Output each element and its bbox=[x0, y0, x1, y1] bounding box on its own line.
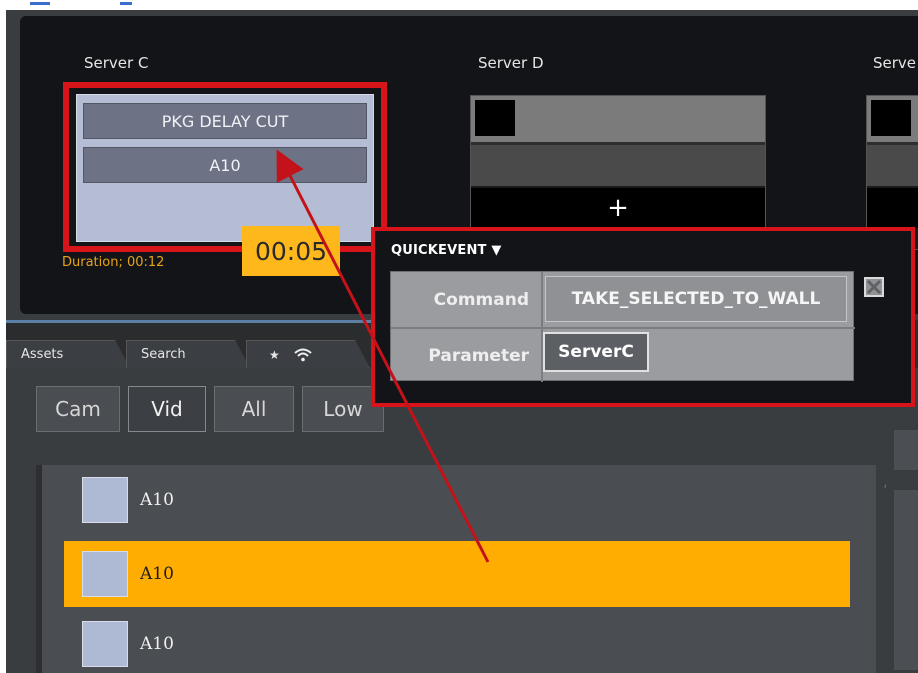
filter-vid-button[interactable]: Vid bbox=[128, 386, 206, 432]
tab-search-label: Search bbox=[141, 347, 186, 362]
star-icon: ★ bbox=[269, 347, 280, 362]
quickevent-table: Command TAKE_SELECTED_TO_WALL Parameter … bbox=[390, 271, 855, 382]
list-item[interactable]: A10 bbox=[64, 611, 850, 673]
server-d-top bbox=[471, 96, 765, 142]
clip-thumbnail bbox=[82, 621, 128, 667]
tab-favorites[interactable]: ★ bbox=[246, 340, 370, 368]
server-c-label: Server C bbox=[84, 54, 149, 72]
server-e-slot[interactable] bbox=[867, 142, 918, 186]
parameter-key: Parameter bbox=[428, 345, 529, 366]
server-d-label: Server D bbox=[478, 54, 544, 72]
list-item-label: A10 bbox=[140, 564, 174, 584]
list-item-label: A10 bbox=[140, 634, 174, 654]
list-item-label: A10 bbox=[140, 490, 174, 510]
server-c-duration: Duration; 00:12 bbox=[62, 255, 165, 270]
clip-thumbnail bbox=[82, 551, 128, 597]
right-side-block bbox=[894, 490, 918, 670]
filter-cam-button[interactable]: Cam bbox=[36, 386, 120, 432]
list-item-selected[interactable]: A10 bbox=[64, 541, 850, 607]
command-value: TAKE_SELECTED_TO_WALL bbox=[571, 289, 821, 309]
list-left-rule bbox=[36, 465, 42, 673]
clip-thumbnail bbox=[82, 477, 128, 523]
tab-search[interactable]: Search bbox=[126, 340, 250, 368]
command-key: Command bbox=[433, 289, 529, 310]
top-strip bbox=[0, 0, 918, 10]
close-icon[interactable] bbox=[864, 277, 884, 297]
server-e-label: Serve bbox=[873, 54, 917, 72]
list-item[interactable]: A10 bbox=[64, 467, 850, 533]
tab-assets[interactable]: Assets bbox=[6, 340, 130, 368]
server-e-thumbnail bbox=[871, 100, 911, 136]
right-side-panel bbox=[886, 410, 918, 673]
wifi-icon bbox=[294, 348, 312, 362]
parameter-value-field[interactable]: ServerC bbox=[543, 332, 649, 372]
server-e-add-button[interactable] bbox=[867, 188, 918, 228]
right-side-block bbox=[894, 430, 918, 470]
quickevent-title[interactable]: QUICKEVENT ▼ bbox=[391, 243, 502, 258]
link-underline-fragment bbox=[30, 2, 50, 5]
server-e-top bbox=[867, 96, 918, 142]
quickevent-panel: QUICKEVENT ▼ Command TAKE_SELECTED_TO_WA… bbox=[371, 227, 915, 407]
tab-assets-label: Assets bbox=[21, 347, 64, 362]
asset-list: A10 A10 A10 ▲ bbox=[36, 465, 893, 673]
server-d-slot[interactable] bbox=[471, 142, 765, 186]
timer-badge: 00:05 bbox=[242, 226, 340, 276]
server-d-add-button[interactable]: + bbox=[471, 188, 765, 228]
server-d-thumbnail bbox=[475, 100, 515, 136]
tab-strip-rule bbox=[6, 320, 386, 323]
link-underline-fragment bbox=[120, 2, 132, 5]
filter-all-button[interactable]: All bbox=[214, 386, 294, 432]
